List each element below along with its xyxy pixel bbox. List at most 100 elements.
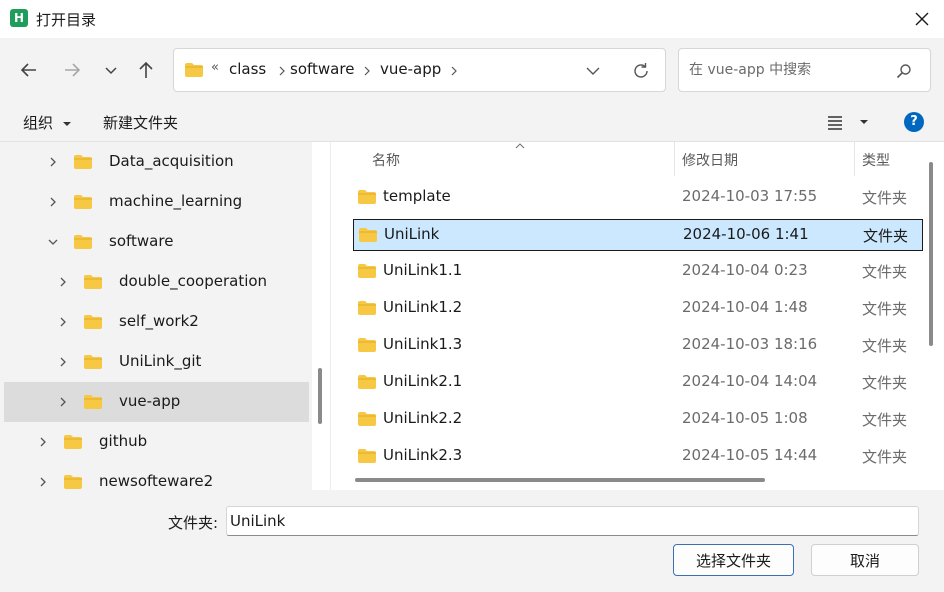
cancel-button[interactable]: 取消	[811, 544, 919, 576]
new-folder-button[interactable]: 新建文件夹	[103, 112, 178, 133]
folder-name-input[interactable]	[226, 506, 919, 536]
tree-item-label: newsofteware2	[99, 472, 214, 490]
dialog-footer: 文件夹: 选择文件夹 取消	[0, 490, 944, 592]
sort-ascending-icon	[515, 143, 525, 149]
organize-menu-button[interactable]: 组织	[23, 112, 72, 134]
file-row[interactable]: UniLink1.3 2024-10-03 18:16 文件夹	[353, 330, 923, 362]
tree-item-vue-app[interactable]: vue-app	[4, 382, 309, 422]
view-options-button[interactable]	[826, 112, 869, 134]
tree-item-software[interactable]: software	[4, 222, 309, 262]
chevron-right-icon[interactable]	[57, 396, 69, 408]
up-button[interactable]	[131, 55, 161, 85]
file-row[interactable]: UniLink1.2 2024-10-04 1:48 文件夹	[353, 293, 923, 325]
file-row[interactable]: UniLink2.2 2024-10-05 1:08 文件夹	[353, 404, 923, 436]
file-type: 文件夹	[862, 411, 908, 429]
file-date: 2024-10-05 14:44	[682, 446, 818, 464]
tree-item-double-cooperation[interactable]: double_cooperation	[4, 262, 309, 302]
breadcrumb-item-class[interactable]: class	[229, 60, 266, 78]
folder-icon	[358, 190, 376, 204]
search-input[interactable]	[689, 60, 889, 80]
close-button[interactable]	[908, 6, 936, 32]
chevron-right-icon[interactable]	[57, 356, 69, 368]
file-row[interactable]: UniLink2.1 2024-10-04 14:04 文件夹	[353, 367, 923, 399]
chevron-right-icon[interactable]	[57, 276, 69, 288]
search-box[interactable]	[678, 48, 931, 92]
folder-label: 文件夹:	[168, 514, 219, 532]
tree-item-machine-learning[interactable]: machine_learning	[4, 182, 309, 222]
chevron-right-icon[interactable]	[362, 66, 372, 76]
breadcrumb-item-vue-app[interactable]: vue-app	[380, 60, 441, 78]
file-row[interactable]: UniLink 2024-10-06 1:41 文件夹	[353, 219, 923, 251]
title-bar: H 打开目录	[0, 0, 944, 38]
refresh-icon[interactable]	[631, 61, 651, 81]
tree-item-newsofteware2[interactable]: newsofteware2	[4, 462, 309, 490]
tree-item-unilink-git[interactable]: UniLink_git	[4, 342, 309, 382]
tree-item-self-work2[interactable]: self_work2	[4, 302, 309, 342]
file-list-horizontal-scrollbar[interactable]	[355, 478, 765, 482]
select-folder-button[interactable]: 选择文件夹	[673, 544, 794, 576]
breadcrumb-item-software[interactable]: software	[290, 60, 354, 78]
file-row[interactable]: UniLink2.3 2024-10-05 14:44 文件夹	[353, 441, 923, 473]
recent-locations-button[interactable]	[96, 55, 126, 85]
content-area: Data_acquisition machine_learning software…	[0, 142, 944, 490]
folder-icon	[358, 375, 376, 389]
forward-button[interactable]	[57, 55, 87, 85]
file-list[interactable]: 名称 修改日期 类型 template 2024-10-03 17:55 文件夹 Un…	[331, 142, 944, 490]
file-type: 文件夹	[862, 300, 908, 318]
help-icon[interactable]: ?	[904, 112, 924, 132]
chevron-right-icon[interactable]	[47, 156, 59, 168]
organize-label: 组织	[23, 114, 54, 132]
search-icon[interactable]	[895, 62, 913, 80]
tree-item-label: github	[99, 432, 148, 450]
chevron-down-icon	[105, 67, 117, 75]
file-date: 2024-10-04 14:04	[682, 372, 818, 390]
navigation-bar: « class software vue-app	[0, 38, 944, 102]
column-header-name[interactable]: 名称	[372, 150, 400, 170]
navigation-pane-scrollbar[interactable]	[318, 368, 322, 424]
folder-icon	[84, 275, 102, 289]
file-name: UniLink2.2	[383, 409, 463, 427]
file-date: 2024-10-05 1:08	[682, 409, 808, 427]
tree-item-label: self_work2	[119, 312, 199, 330]
column-header-date[interactable]: 修改日期	[682, 150, 738, 170]
file-type: 文件夹	[862, 263, 908, 281]
file-row[interactable]: UniLink1.1 2024-10-04 0:23 文件夹	[353, 256, 923, 288]
file-row[interactable]: template 2024-10-03 17:55 文件夹	[353, 182, 923, 214]
chevron-right-icon[interactable]	[37, 436, 49, 448]
caret-down-icon	[859, 119, 868, 124]
file-name: UniLink1.1	[383, 261, 463, 279]
folder-icon	[74, 155, 92, 169]
file-name: UniLink	[384, 225, 440, 243]
column-separator[interactable]	[854, 142, 855, 176]
column-separator[interactable]	[674, 142, 675, 176]
address-bar[interactable]: « class software vue-app	[173, 48, 666, 92]
chevron-right-icon[interactable]	[449, 66, 459, 76]
tree-item-label: double_cooperation	[119, 272, 268, 290]
chevron-down-icon[interactable]	[47, 236, 59, 248]
folder-icon	[64, 435, 82, 449]
close-icon	[915, 12, 929, 26]
chevron-right-icon[interactable]	[37, 476, 49, 488]
window-title: 打开目录	[36, 11, 97, 29]
back-button[interactable]	[14, 55, 44, 85]
navigation-pane[interactable]: Data_acquisition machine_learning software…	[0, 142, 312, 490]
breadcrumb-overflow[interactable]: «	[211, 60, 219, 75]
folder-icon	[84, 315, 102, 329]
file-type: 文件夹	[862, 337, 908, 355]
tree-item-github[interactable]: github	[4, 422, 309, 462]
column-header-type[interactable]: 类型	[862, 150, 890, 170]
tree-item-data-acquisition[interactable]: Data_acquisition	[4, 142, 309, 182]
file-name: template	[383, 187, 451, 205]
chevron-right-icon[interactable]	[57, 316, 69, 328]
list-view-icon	[828, 115, 842, 130]
chevron-down-icon[interactable]	[584, 62, 602, 80]
file-name: UniLink2.1	[383, 372, 463, 390]
file-type: 文件夹	[863, 227, 909, 245]
file-name: UniLink1.3	[383, 335, 463, 353]
folder-icon	[358, 264, 376, 278]
chevron-right-icon[interactable]	[47, 196, 59, 208]
folder-icon	[84, 395, 102, 409]
folder-icon	[84, 355, 102, 369]
file-list-vertical-scrollbar[interactable]	[929, 162, 933, 346]
chevron-right-icon[interactable]	[277, 66, 287, 76]
